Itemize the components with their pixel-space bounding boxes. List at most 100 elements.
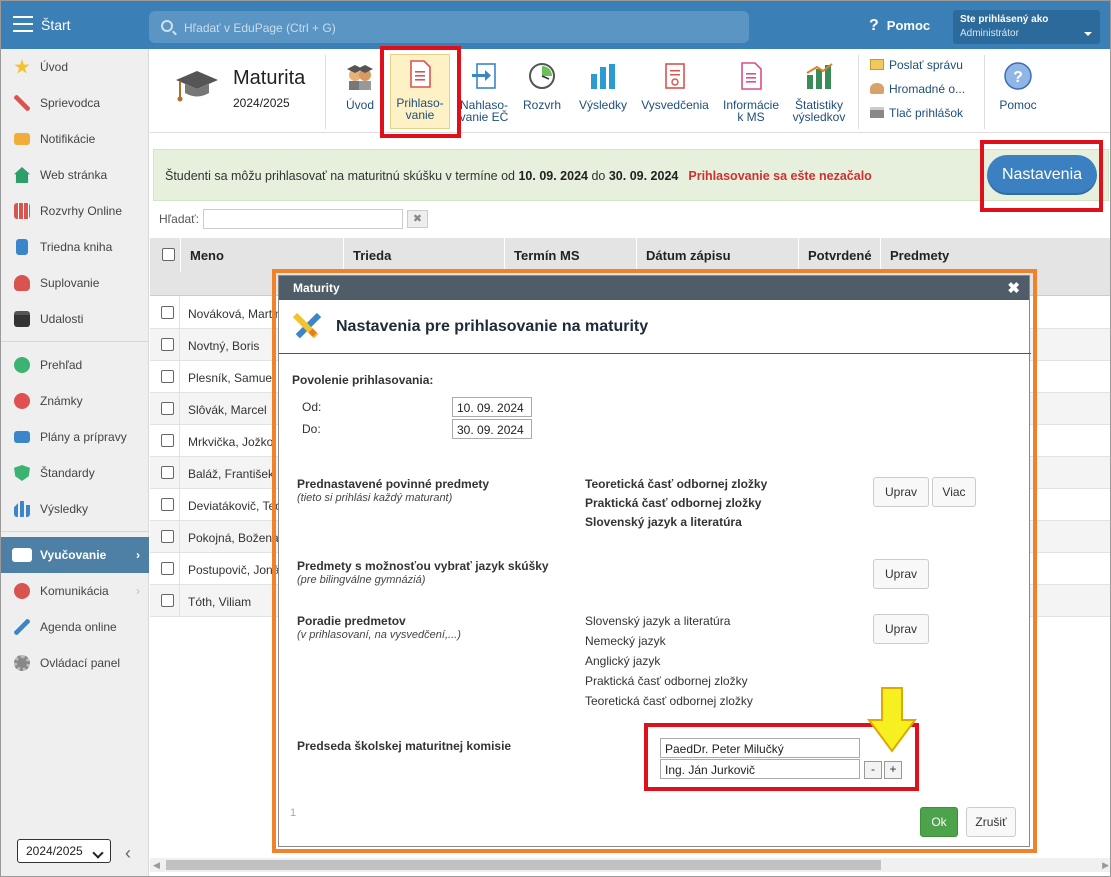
column-header-meno[interactable]: Meno [190,248,224,263]
people-icon [870,83,884,94]
row-checkbox[interactable] [161,338,174,351]
year-select[interactable]: 2024/2025 [17,839,111,863]
envelope-icon [870,59,884,70]
edit-mandatory-button[interactable]: Uprav [873,477,929,507]
sidebar-item-vyucovanie[interactable]: Vyučovanie › [1,537,149,573]
horizontal-scrollbar[interactable]: ◀ ▶ [150,858,1110,872]
column-header-termin[interactable]: Termín MS [514,248,580,263]
row-checkbox[interactable] [161,434,174,447]
sidebar-item-udalosti[interactable]: Udalosti [1,301,149,337]
sidebar-label: Triedna kniha [40,240,113,254]
printer-icon [870,107,884,118]
small-action-label: Hromadné o... [889,82,966,96]
row-checkbox[interactable] [161,466,174,479]
help-label: Pomoc [886,18,931,33]
row-checkbox[interactable] [161,306,174,319]
bar-chart-icon [14,501,30,517]
ordered-subject: Praktická časť odbornej zložky [585,674,748,688]
bulk-action-button[interactable]: Hromadné o... [870,82,965,96]
student-name: Tóth, Viliam [188,595,252,609]
select-all-checkbox[interactable] [162,248,175,261]
user-role: Administrátor [960,28,1019,39]
menu-icon[interactable] [13,16,33,32]
sidebar-item-uvod[interactable]: Úvod [1,49,149,85]
clear-filter-icon[interactable]: ✖ [407,210,428,228]
ribbon-vysledky-button[interactable]: Výsledky [574,57,632,129]
ribbon-help-button[interactable]: ? Pomoc [992,57,1044,129]
book-icon [16,239,28,255]
sidebar-item-ovladaci-panel[interactable]: Ovládací panel [1,645,149,681]
ribbon-uvod-button[interactable]: Úvod [335,57,385,129]
divider [984,55,985,129]
row-checkbox[interactable] [161,498,174,511]
sidebar-item-notifikacie[interactable]: Notifikácie [1,121,149,157]
highlight-prihlasovanie [380,46,461,138]
scroll-right-icon[interactable]: ▶ [1102,860,1109,871]
close-icon[interactable]: ✖ [1007,279,1020,297]
scrollbar-thumb[interactable] [166,860,881,870]
sidebar-item-web-stranka[interactable]: Web stránka [1,157,149,193]
edit-order-button[interactable]: Uprav [873,614,929,644]
student-name: Plesník, Samuel [188,371,275,385]
column-header-trieda[interactable]: Trieda [353,248,391,263]
ribbon-informacie-button[interactable]: Informácie k MS [718,57,784,129]
column-header-datum[interactable]: Dátum zápisu [646,248,731,263]
divider [279,353,1031,354]
info-text-pre: Študenti sa môžu prihlasovať na maturitn… [165,169,519,183]
collapse-sidebar-icon[interactable]: ‹ [125,843,131,864]
row-checkbox[interactable] [161,530,174,543]
cancel-button[interactable]: Zrušiť [966,807,1016,837]
row-checkbox[interactable] [161,594,174,607]
chat-icon [14,583,30,599]
help-link[interactable]: ? Pomoc [869,17,930,35]
ribbon-statistiky-button[interactable]: Štatistiky výsledkov [788,57,850,129]
print-applications-button[interactable]: Tlač prihlášok [870,106,963,120]
ribbon-vysvedcenia-button[interactable]: Vysvedčenia [638,57,712,129]
sidebar-label: Známky [40,394,83,408]
sidebar-item-plany[interactable]: Plány a prípravy [1,419,149,455]
question-icon: ? [869,17,879,34]
sidebar-item-suplovanie[interactable]: Suplovanie [1,265,149,301]
ribbon-nahlasovanie-button[interactable]: Nahlaso- vanie EČ [455,57,513,129]
sidebar-item-standardy[interactable]: Štandardy [1,455,149,491]
date-from-input[interactable]: 10. 09. 2024 [452,397,532,417]
app-window: Štart Hľadať v EduPage (Ctrl + G) ? Pomoc… [0,0,1111,877]
global-search-input[interactable]: Hľadať v EduPage (Ctrl + G) [149,11,749,43]
sidebar-item-triedna-kniha[interactable]: Triedna kniha [1,229,149,265]
ok-button[interactable]: Ok [920,807,958,837]
sidebar-item-komunikacia[interactable]: Komunikácia › [1,573,149,609]
ordered-subject: Anglický jazyk [585,654,661,668]
column-header-predmety[interactable]: Predmety [890,248,949,263]
scroll-left-icon[interactable]: ◀ [153,860,160,871]
students-icon [347,65,373,90]
filter-input[interactable] [203,209,403,229]
ribbon-rozvrh-button[interactable]: Rozvrh [518,57,566,129]
column-header-potvrdene[interactable]: Potvrdené [808,248,872,263]
row-checkbox[interactable] [161,562,174,575]
row-checkbox[interactable] [161,402,174,415]
send-message-button[interactable]: Poslať správu [870,58,963,72]
sidebar-label: Plány a prípravy [40,430,127,444]
more-button[interactable]: Viac [932,477,976,507]
ribbon-label: Informácie k MS [722,98,780,124]
ribbon-label: Úvod [345,98,374,112]
divider [1,341,149,342]
row-checkbox[interactable] [161,370,174,383]
user-menu[interactable]: Ste prihlásený ako Administrátor [953,10,1100,44]
sidebar-item-vysledky[interactable]: Výsledky [1,491,149,527]
sidebar-item-agenda-online[interactable]: Agenda online [1,609,149,645]
sidebar-item-znamky[interactable]: Známky [1,383,149,419]
sidebar-item-prehlad[interactable]: Prehľad [1,347,149,383]
student-name: Slôvák, Marcel [188,403,267,417]
sidebar-item-rozvrhy-online[interactable]: Rozvrhy Online [1,193,149,229]
sidebar-label: Notifikácie [40,132,96,146]
info-date-to: 30. 09. 2024 [608,169,679,183]
date-to-input[interactable]: 30. 09. 2024 [452,419,532,439]
edit-language-subjects-button[interactable]: Uprav [873,559,929,589]
start-link[interactable]: Štart [41,17,71,33]
grid-icon [14,203,30,219]
user-status: Ste prihlásený ako [960,14,1049,25]
dialog-header-label: Maturity [293,281,340,295]
mandatory-subject: Slovenský jazyk a literatúra [585,515,742,529]
sidebar-item-sprievodca[interactable]: Sprievodca [1,85,149,121]
